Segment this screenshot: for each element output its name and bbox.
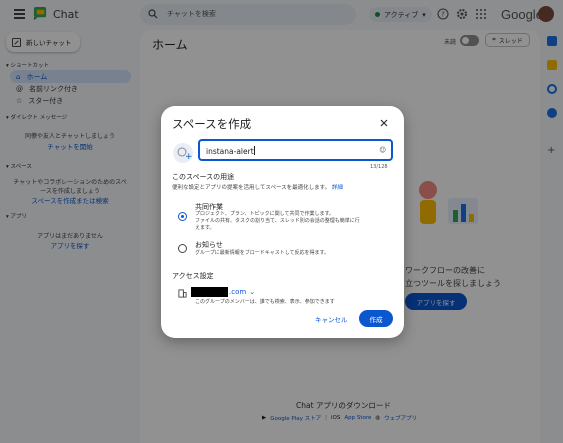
space-name-value: instana-alert — [206, 147, 254, 156]
domain-suffix: .com — [229, 288, 247, 296]
cancel-button[interactable]: キャンセル — [315, 314, 348, 324]
plus-icon: + — [185, 152, 193, 162]
space-emoji-button[interactable]: + — [173, 143, 193, 163]
announcements-radio[interactable] — [178, 244, 187, 253]
char-counter: 13/128 — [370, 164, 388, 170]
announcements-title: お知らせ — [195, 241, 223, 249]
chevron-down-icon: ⌄ — [249, 288, 256, 296]
redacted-domain — [191, 287, 228, 297]
collaboration-desc-1: プロジェクト、プラン、トピックに関して共同で作業します。 — [195, 211, 334, 217]
access-dropdown[interactable]: .com ⌄ — [229, 288, 255, 296]
learn-more-link[interactable]: 詳細 — [332, 185, 343, 191]
create-space-dialog: スペースを作成 + instana-alert ☺ 13/128 このスペースの… — [161, 106, 404, 338]
access-heading: アクセス設定 — [172, 272, 214, 280]
access-desc: このグループのメンバーは、誰でも検索、表示、参加できます — [195, 299, 335, 305]
emoji-picker-icon[interactable]: ☺ — [379, 146, 386, 154]
collaboration-desc-3: えます。 — [195, 225, 215, 231]
announcements-desc: グループに最新情報をブロードキャストして反応を得ます。 — [195, 250, 330, 256]
purpose-heading: このスペースの用途 — [172, 173, 235, 181]
purpose-subtitle-text: 便利な設定とアプリの提案を活用してスペースを最適化します。 — [172, 185, 331, 191]
space-name-input[interactable]: instana-alert ☺ — [198, 139, 393, 161]
create-button[interactable]: 作成 — [359, 310, 393, 327]
purpose-subtitle: 便利な設定とアプリの提案を活用してスペースを最適化します。 詳細 — [172, 183, 343, 191]
close-icon[interactable] — [379, 118, 389, 128]
building-icon — [178, 289, 187, 298]
collaboration-desc-2: ファイルの共有、タスクの割り当て、スレッド別の会話の整理も簡単に行 — [195, 218, 360, 224]
dialog-title: スペースを作成 — [172, 117, 252, 131]
collaboration-radio[interactable] — [178, 212, 187, 221]
